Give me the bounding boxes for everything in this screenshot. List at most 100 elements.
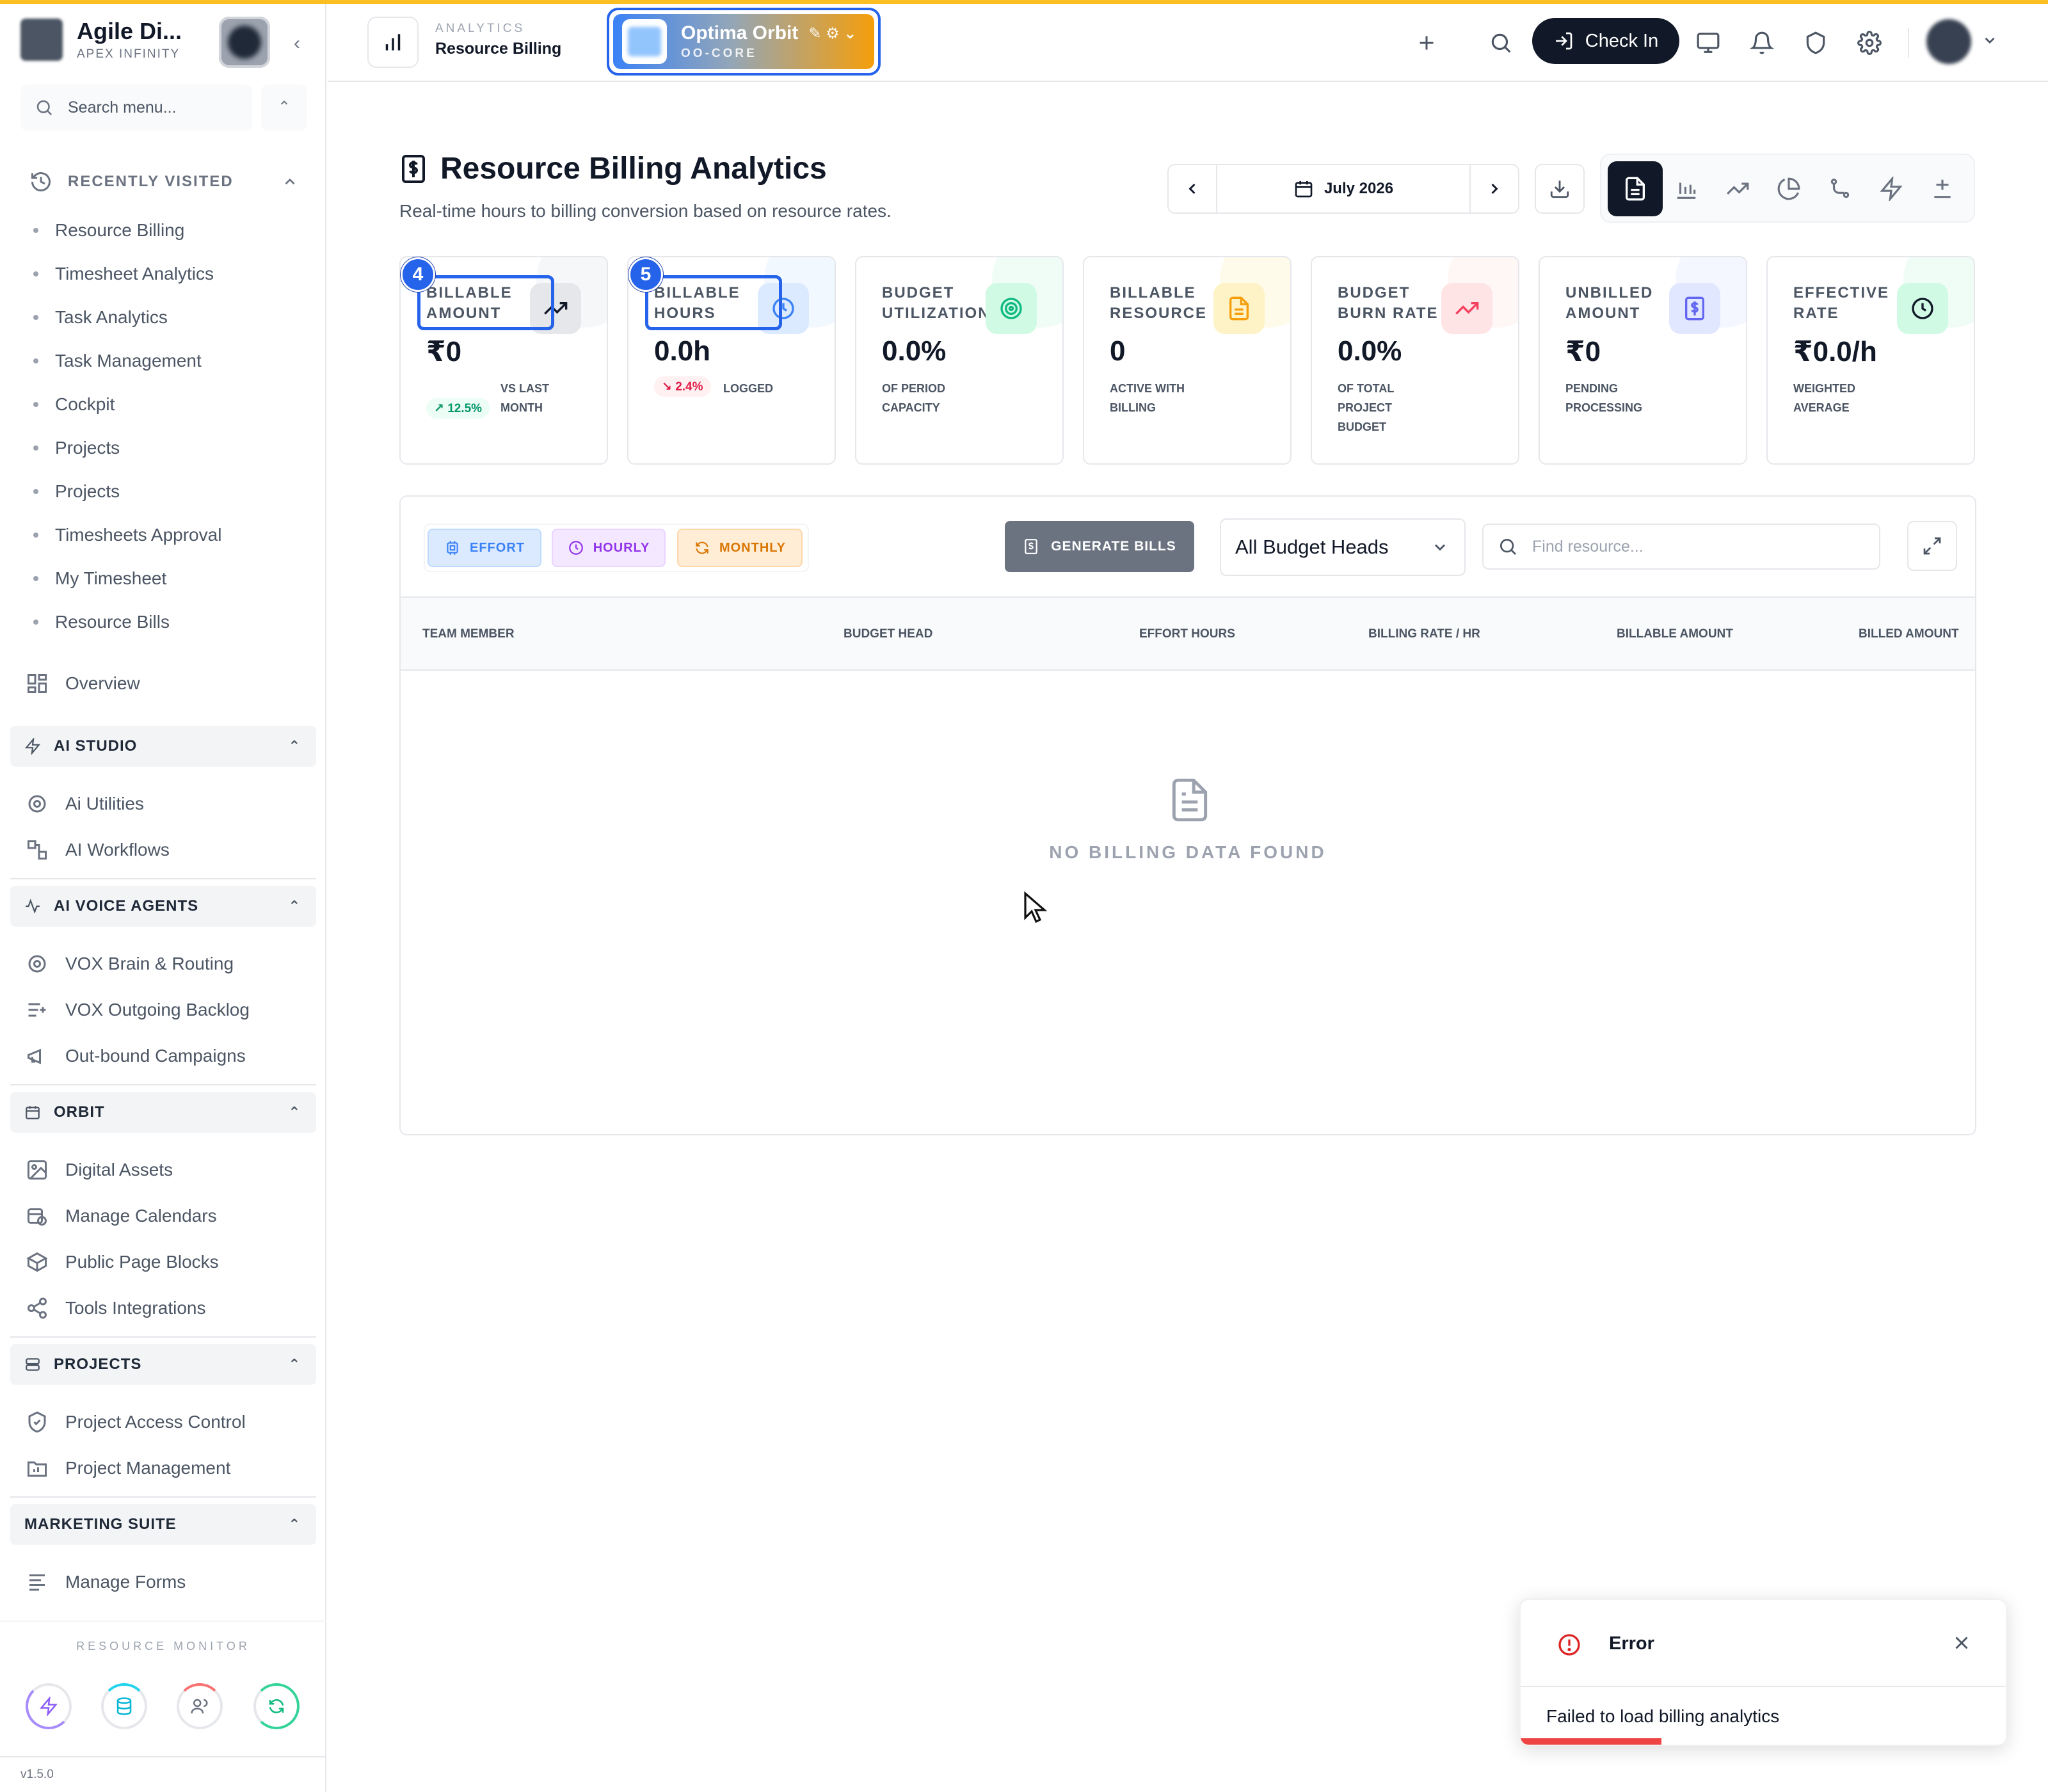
- sidebar-item-ai-utilities[interactable]: Ai Utilities: [26, 792, 144, 815]
- expand-button[interactable]: [1907, 521, 1957, 571]
- brand[interactable]: Agile Di... APEX INFINITY: [20, 18, 182, 61]
- sidebar-item-manage-forms[interactable]: Manage Forms: [26, 1571, 186, 1594]
- recent-item[interactable]: Task Management: [33, 339, 221, 383]
- user-avatar[interactable]: [1926, 19, 1971, 64]
- recent-item[interactable]: Task Analytics: [33, 296, 221, 339]
- column-header[interactable]: BUDGET HEAD: [844, 627, 932, 641]
- sidebar-item-outbound-campaigns[interactable]: Out-bound Campaigns: [26, 1044, 246, 1068]
- cpu-monitor[interactable]: [26, 1683, 72, 1729]
- column-header[interactable]: BILLING RATE / HR: [1368, 627, 1480, 641]
- search-menu-input[interactable]: Search menu...: [20, 84, 252, 131]
- sidebar-item-manage-calendars[interactable]: Manage Calendars: [26, 1204, 217, 1228]
- column-header[interactable]: EFFORT HOURS: [1139, 627, 1235, 641]
- sidebar-item-vox-outgoing[interactable]: VOX Outgoing Backlog: [26, 998, 250, 1021]
- previous-month-button[interactable]: [1169, 165, 1216, 212]
- workspace-avatar[interactable]: [219, 17, 270, 68]
- recent-item[interactable]: Projects: [33, 426, 221, 470]
- chevron-up-icon: ⌃: [288, 1516, 301, 1532]
- security-button[interactable]: [1800, 27, 1832, 59]
- sidebar-item-vox-brain[interactable]: VOX Brain & Routing: [26, 952, 234, 975]
- check-in-button[interactable]: Check In: [1532, 18, 1679, 64]
- recent-item[interactable]: Resource Billing: [33, 209, 221, 252]
- close-icon[interactable]: [1951, 1632, 1972, 1654]
- sidebar-item-ai-workflows[interactable]: AI Workflows: [26, 838, 170, 861]
- sidebar-item-overview[interactable]: Overview: [26, 672, 140, 695]
- section-ai-voice-agents[interactable]: AI VOICE AGENTS ⌃: [10, 886, 316, 927]
- users-monitor[interactable]: [177, 1683, 223, 1729]
- view-table-button[interactable]: [1608, 161, 1663, 216]
- view-trend-button[interactable]: [1710, 161, 1765, 216]
- analytics-icon[interactable]: [367, 17, 419, 68]
- pie-chart-icon: [1777, 177, 1800, 200]
- kpi-card-billable-resource[interactable]: BILLABLE RESOURCE 0 ACTIVE WITH BILLING: [1083, 256, 1292, 465]
- trend-badge: ↗ 12.5%: [426, 398, 490, 419]
- monitor-button[interactable]: [1692, 27, 1724, 59]
- recently-visited-title: RECENTLY VISITED: [68, 173, 234, 190]
- notifications-button[interactable]: [1746, 27, 1778, 59]
- recent-item[interactable]: Cockpit: [33, 383, 221, 426]
- recently-visited-header[interactable]: RECENTLY VISITED: [29, 170, 298, 193]
- billing-table-panel: EFFORT HOURLY MONTHLY GENERATE BILLS All…: [399, 495, 1976, 1135]
- kpi-card-unbilled-amount[interactable]: UNBILLED AMOUNT ₹0 PENDING PROCESSING: [1539, 256, 1747, 465]
- sidebar-item-public-page-blocks[interactable]: Public Page Blocks: [26, 1251, 219, 1274]
- next-month-button[interactable]: [1471, 165, 1518, 212]
- section-ai-studio[interactable]: AI STUDIO ⌃: [10, 726, 316, 767]
- settings-button[interactable]: [1853, 27, 1885, 59]
- check-in-label: Check In: [1585, 30, 1659, 51]
- sidebar-item-digital-assets[interactable]: Digital Assets: [26, 1158, 173, 1181]
- view-pie-button[interactable]: [1761, 161, 1816, 216]
- view-flow-button[interactable]: [1812, 161, 1868, 216]
- recent-item[interactable]: My Timesheet: [33, 557, 221, 600]
- effort-filter-button[interactable]: EFFORT: [428, 529, 541, 567]
- sidebar-item-tools-integrations[interactable]: Tools Integrations: [26, 1297, 205, 1320]
- trend-badge: ↘ 2.4%: [654, 376, 711, 397]
- sidebar-item-project-management[interactable]: Project Management: [26, 1457, 230, 1480]
- monthly-filter-button[interactable]: MONTHLY: [677, 529, 803, 567]
- budget-head-select[interactable]: All Budget Heads: [1220, 518, 1466, 576]
- section-marketing-suite[interactable]: MARKETING SUITE ⌃: [10, 1504, 316, 1545]
- kpi-value: 0.0%: [1338, 335, 1402, 367]
- edit-icon[interactable]: ✎ ⚙ ⌄: [808, 24, 856, 43]
- month-picker[interactable]: July 2026: [1216, 165, 1471, 212]
- storage-monitor[interactable]: [101, 1683, 147, 1729]
- recent-item[interactable]: Timesheet Analytics: [33, 252, 221, 296]
- kpi-label: BILLABLE RESOURCE: [1110, 284, 1208, 322]
- image-icon: [28, 1160, 47, 1180]
- chevron-down-icon[interactable]: [1981, 32, 1998, 52]
- section-projects[interactable]: PROJECTS ⌃: [10, 1344, 316, 1385]
- calendar-icon: [26, 1106, 40, 1119]
- view-bar-chart-button[interactable]: [1659, 161, 1714, 216]
- hourly-filter-button[interactable]: HOURLY: [552, 529, 666, 567]
- bolt-icon: [40, 1697, 58, 1716]
- form-icon: [29, 1574, 45, 1591]
- sync-monitor[interactable]: [253, 1683, 300, 1729]
- bell-icon: [1750, 31, 1774, 54]
- clock-icon: [568, 541, 583, 555]
- kpi-caption: ACTIVE WITH BILLING: [1110, 382, 1185, 414]
- find-resource-input[interactable]: Find resource...: [1482, 524, 1880, 570]
- chevron-up-icon[interactable]: ⌃: [261, 84, 307, 131]
- add-button[interactable]: [1411, 27, 1443, 59]
- collapse-sidebar-button[interactable]: ‹: [284, 31, 310, 56]
- kpi-card-effective-rate[interactable]: EFFECTIVE RATE ₹0.0/h WEIGHTED AVERAGE: [1766, 256, 1975, 465]
- view-insights-button[interactable]: [1864, 161, 1919, 216]
- section-title: AI STUDIO: [54, 737, 138, 755]
- search-button[interactable]: [1485, 27, 1517, 59]
- download-button[interactable]: [1535, 164, 1585, 214]
- column-header[interactable]: TEAM MEMBER: [422, 627, 515, 641]
- generate-bills-button[interactable]: GENERATE BILLS: [1005, 521, 1194, 572]
- kpi-label: BUDGET BURN RATE: [1338, 284, 1439, 322]
- kpi-card-budget-utilization[interactable]: BUDGET UTILIZATION 0.0% OF PERIOD CAPACI…: [855, 256, 1064, 465]
- view-compare-button[interactable]: [1915, 161, 1970, 216]
- recent-item[interactable]: Resource Bills: [33, 600, 221, 644]
- sidebar-item-project-access-control[interactable]: Project Access Control: [26, 1411, 246, 1434]
- calendar-icon: [1295, 181, 1313, 198]
- divider: [10, 878, 316, 879]
- organization-switcher[interactable]: Optima Orbit ✎ ⚙ ⌄ OO-CORE: [607, 8, 881, 76]
- column-header[interactable]: BILLED AMOUNT: [1859, 627, 1959, 641]
- recent-item[interactable]: Timesheets Approval: [33, 513, 221, 557]
- recent-item[interactable]: Projects: [33, 470, 221, 513]
- kpi-card-budget-burn-rate[interactable]: BUDGET BURN RATE 0.0% OF TOTAL PROJECT B…: [1311, 256, 1519, 465]
- column-header[interactable]: BILLABLE AMOUNT: [1617, 627, 1733, 641]
- section-orbit[interactable]: ORBIT ⌃: [10, 1092, 316, 1133]
